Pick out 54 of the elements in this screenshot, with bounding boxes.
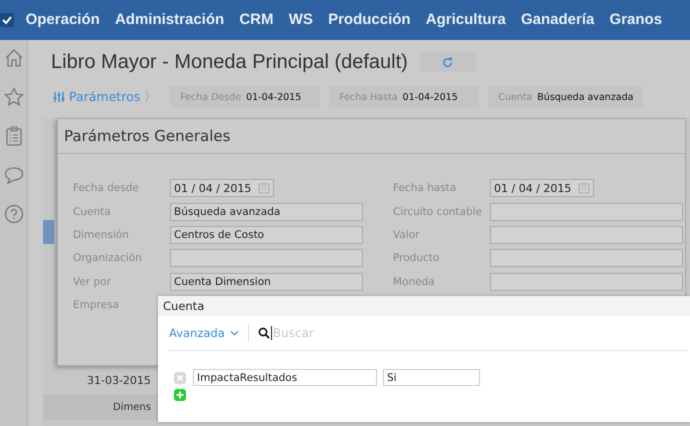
popup-title: Cuenta: [158, 296, 690, 316]
field-label: Valor: [393, 228, 420, 241]
field-label: Producto: [393, 252, 440, 264]
field-label: Cuenta: [73, 206, 112, 218]
page-title: Libro Mayor - Moneda Principal (default): [51, 50, 408, 74]
refresh-icon: [442, 56, 454, 68]
home-icon[interactable]: [4, 48, 24, 68]
date-field[interactable]: 01 / 04 / 2015: [170, 179, 274, 198]
field-label: Fecha hasta: [393, 182, 458, 194]
search-icon[interactable]: [258, 327, 270, 339]
chevron-down-icon: [230, 330, 239, 336]
sliders-icon: [53, 91, 65, 103]
help-icon[interactable]: [4, 204, 24, 224]
dialog-title: Parámetros Generales: [58, 119, 685, 154]
remove-icon[interactable]: [174, 372, 186, 384]
nav-menu-item[interactable]: CRM: [232, 11, 282, 28]
filter-chip[interactable]: Fecha Desde 01-04-2015: [170, 86, 320, 108]
nav-menu-item[interactable]: Agricultura: [418, 11, 514, 28]
table-cell: 31-03-2015: [87, 374, 151, 387]
text-field[interactable]: Centros de Costo: [170, 226, 363, 244]
date-field[interactable]: 01 / 04 / 2015: [490, 179, 594, 198]
filter-chip[interactable]: Cuenta Búsqueda avanzada: [488, 86, 644, 108]
selected-row-block: [43, 220, 54, 244]
text-field[interactable]: [490, 249, 683, 268]
text-field[interactable]: [170, 249, 363, 268]
field-label: Organización: [73, 252, 143, 264]
nav-menu-item[interactable]: Administración: [107, 11, 232, 28]
nav-menu-item[interactable]: Ganadería: [513, 11, 602, 28]
text-field[interactable]: [490, 226, 683, 244]
field-label: Ver por: [73, 276, 112, 288]
nav-menu-item[interactable]: WS: [281, 11, 320, 28]
text-field[interactable]: [490, 272, 683, 291]
filter-value-field[interactable]: Si: [383, 369, 480, 386]
field-label: Moneda: [393, 276, 436, 288]
calendar-icon[interactable]: [258, 182, 270, 194]
nav-menu-item[interactable]: Producción: [320, 11, 418, 28]
clipboard-icon[interactable]: [4, 126, 24, 146]
checkbox-icon[interactable]: [0, 12, 14, 26]
field-label: Fecha desde: [73, 182, 140, 194]
refresh-button[interactable]: [420, 52, 476, 72]
filter-chip[interactable]: Fecha Hasta 01-04-2015: [329, 86, 480, 108]
nav-menu-item[interactable]: Operación: [18, 11, 108, 28]
calendar-icon[interactable]: [578, 182, 590, 194]
add-icon[interactable]: [174, 389, 186, 401]
text-field[interactable]: Búsqueda avanzada: [170, 202, 363, 221]
filter-field[interactable]: ImpactaResultados: [193, 369, 377, 386]
nav-menu-item[interactable]: Granos: [602, 11, 670, 28]
star-icon[interactable]: [4, 87, 24, 107]
field-label: Dimensión: [73, 228, 130, 241]
speech-bubble-icon[interactable]: [4, 165, 24, 185]
text-field[interactable]: Cuenta Dimension: [170, 272, 363, 291]
field-label: Circuito contable: [393, 206, 484, 218]
text-field[interactable]: [490, 202, 683, 221]
mode-dropdown[interactable]: Avanzada: [169, 326, 239, 340]
